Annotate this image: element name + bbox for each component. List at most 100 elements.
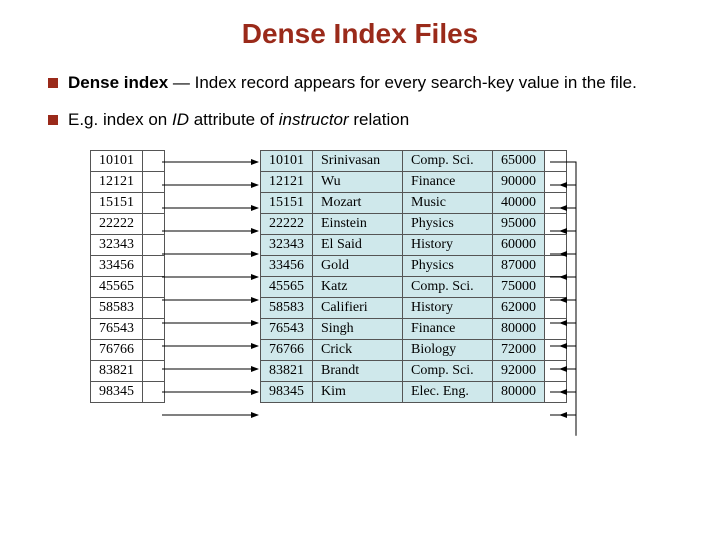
record-id-cell: 33456 <box>261 255 313 276</box>
index-id-cell: 15151 <box>91 192 143 213</box>
record-dept-cell: Biology <box>403 339 493 360</box>
record-link-cell <box>545 171 567 192</box>
index-row: 33456 <box>91 255 165 276</box>
data-row: 15151MozartMusic40000 <box>261 192 567 213</box>
record-salary-cell: 72000 <box>493 339 545 360</box>
index-id-cell: 10101 <box>91 150 143 171</box>
record-name-cell: Califieri <box>313 297 403 318</box>
record-salary-cell: 92000 <box>493 360 545 381</box>
record-salary-cell: 87000 <box>493 255 545 276</box>
index-id-cell: 98345 <box>91 381 143 402</box>
record-name-cell: Crick <box>313 339 403 360</box>
record-link-cell <box>545 381 567 402</box>
record-salary-cell: 62000 <box>493 297 545 318</box>
record-salary-cell: 80000 <box>493 318 545 339</box>
index-row: 58583 <box>91 297 165 318</box>
index-pointer-cell <box>143 297 165 318</box>
index-pointer-cell <box>143 171 165 192</box>
record-dept-cell: Comp. Sci. <box>403 360 493 381</box>
index-row: 12121 <box>91 171 165 192</box>
index-row: 83821 <box>91 360 165 381</box>
index-pointer-cell <box>143 192 165 213</box>
record-link-cell <box>545 360 567 381</box>
index-pointer-cell <box>143 276 165 297</box>
slide-title: Dense Index Files <box>30 18 690 50</box>
bullet-em: instructor <box>279 110 349 129</box>
record-salary-cell: 95000 <box>493 213 545 234</box>
bullet-rest: — Index record appears for every search-… <box>168 73 637 92</box>
record-id-cell: 10101 <box>261 150 313 171</box>
data-row: 83821BrandtComp. Sci.92000 <box>261 360 567 381</box>
record-name-cell: Brandt <box>313 360 403 381</box>
data-row: 10101SrinivasanComp. Sci.65000 <box>261 150 567 171</box>
record-name-cell: Mozart <box>313 192 403 213</box>
data-row: 76766CrickBiology72000 <box>261 339 567 360</box>
record-id-cell: 32343 <box>261 234 313 255</box>
record-id-cell: 76766 <box>261 339 313 360</box>
record-salary-cell: 75000 <box>493 276 545 297</box>
record-id-cell: 83821 <box>261 360 313 381</box>
record-salary-cell: 40000 <box>493 192 545 213</box>
record-link-cell <box>545 150 567 171</box>
data-row: 45565KatzComp. Sci.75000 <box>261 276 567 297</box>
index-id-cell: 45565 <box>91 276 143 297</box>
index-id-cell: 76766 <box>91 339 143 360</box>
record-dept-cell: Physics <box>403 255 493 276</box>
record-salary-cell: 60000 <box>493 234 545 255</box>
record-dept-cell: Finance <box>403 318 493 339</box>
data-row: 98345KimElec. Eng.80000 <box>261 381 567 402</box>
record-link-cell <box>545 297 567 318</box>
index-table: 1010112121151512222232343334564556558583… <box>90 150 165 403</box>
index-id-cell: 22222 <box>91 213 143 234</box>
bullet-em: ID <box>172 110 189 129</box>
data-row: 33456GoldPhysics87000 <box>261 255 567 276</box>
index-row: 15151 <box>91 192 165 213</box>
record-dept-cell: Elec. Eng. <box>403 381 493 402</box>
index-pointer-cell <box>143 360 165 381</box>
record-name-cell: Einstein <box>313 213 403 234</box>
index-id-cell: 76543 <box>91 318 143 339</box>
record-id-cell: 58583 <box>261 297 313 318</box>
record-id-cell: 12121 <box>261 171 313 192</box>
record-dept-cell: History <box>403 234 493 255</box>
bullet-text: Dense index — Index record appears for e… <box>68 72 637 95</box>
record-dept-cell: Physics <box>403 213 493 234</box>
index-id-cell: 32343 <box>91 234 143 255</box>
record-id-cell: 76543 <box>261 318 313 339</box>
index-row: 10101 <box>91 150 165 171</box>
bullet-suffix: relation <box>349 110 409 129</box>
record-link-cell <box>545 318 567 339</box>
bullet-icon <box>48 115 58 125</box>
record-name-cell: Gold <box>313 255 403 276</box>
data-row: 76543SinghFinance80000 <box>261 318 567 339</box>
record-id-cell: 15151 <box>261 192 313 213</box>
record-id-cell: 98345 <box>261 381 313 402</box>
index-row: 32343 <box>91 234 165 255</box>
index-pointer-cell <box>143 318 165 339</box>
index-id-cell: 58583 <box>91 297 143 318</box>
bullet-item: E.g. index on ID attribute of instructor… <box>48 109 690 132</box>
record-salary-cell: 90000 <box>493 171 545 192</box>
bullet-text: E.g. index on ID attribute of instructor… <box>68 109 409 132</box>
index-row: 22222 <box>91 213 165 234</box>
data-row: 32343El SaidHistory60000 <box>261 234 567 255</box>
record-link-cell <box>545 234 567 255</box>
index-row: 76766 <box>91 339 165 360</box>
record-dept-cell: Music <box>403 192 493 213</box>
record-dept-cell: History <box>403 297 493 318</box>
record-link-cell <box>545 213 567 234</box>
index-id-cell: 33456 <box>91 255 143 276</box>
record-name-cell: Singh <box>313 318 403 339</box>
record-id-cell: 45565 <box>261 276 313 297</box>
bullet-item: Dense index — Index record appears for e… <box>48 72 690 95</box>
data-table: 10101SrinivasanComp. Sci.6500012121WuFin… <box>260 150 567 403</box>
record-dept-cell: Comp. Sci. <box>403 276 493 297</box>
bullet-list: Dense index — Index record appears for e… <box>48 72 690 132</box>
record-name-cell: Wu <box>313 171 403 192</box>
record-link-cell <box>545 255 567 276</box>
data-row: 12121WuFinance90000 <box>261 171 567 192</box>
index-pointer-cell <box>143 213 165 234</box>
bullet-bold: Dense index <box>68 73 168 92</box>
index-row: 76543 <box>91 318 165 339</box>
data-row: 22222EinsteinPhysics95000 <box>261 213 567 234</box>
